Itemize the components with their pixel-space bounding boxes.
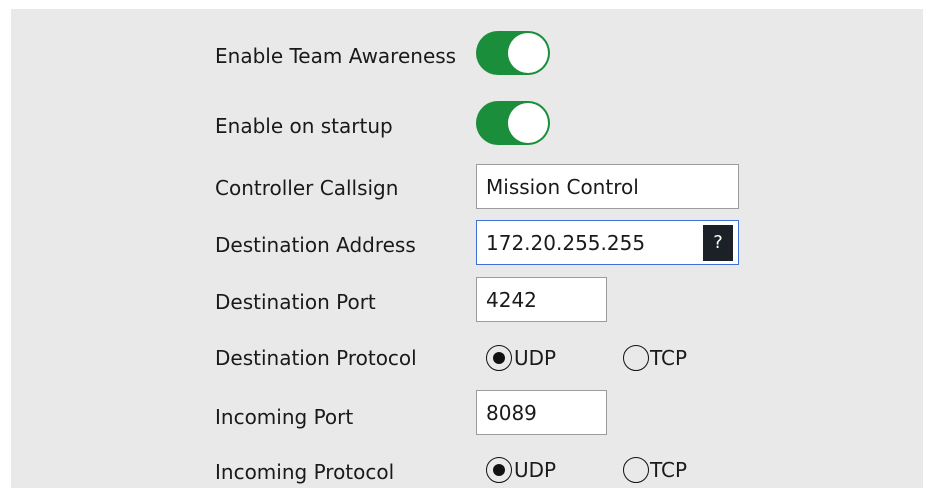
destination-protocol-tcp-radio[interactable] xyxy=(623,345,649,371)
toggle-knob xyxy=(508,33,548,73)
incoming-protocol-tcp-label[interactable]: TCP xyxy=(650,458,687,482)
question-mark-icon[interactable]: ? xyxy=(703,225,733,261)
incoming-port-input[interactable] xyxy=(476,390,607,435)
destination-protocol-radio-group: UDP TCP xyxy=(486,343,716,373)
incoming-protocol-udp-label[interactable]: UDP xyxy=(514,458,556,482)
destination-protocol-udp-radio[interactable] xyxy=(486,345,512,371)
callsign-label: Controller Callsign xyxy=(215,176,399,200)
team-awareness-label: Enable Team Awareness xyxy=(215,44,457,68)
toggle-knob xyxy=(508,103,548,143)
incoming-port-label: Incoming Port xyxy=(215,405,354,429)
incoming-protocol-udp-radio[interactable] xyxy=(486,457,512,483)
destination-port-label: Destination Port xyxy=(215,290,376,314)
destination-protocol-label: Destination Protocol xyxy=(215,346,417,370)
destination-port-input[interactable] xyxy=(476,277,607,322)
startup-label: Enable on startup xyxy=(215,114,393,138)
incoming-protocol-radio-group: UDP TCP xyxy=(486,455,716,485)
destination-protocol-tcp-label[interactable]: TCP xyxy=(650,346,687,370)
team-awareness-toggle[interactable] xyxy=(476,31,550,75)
destination-address-label: Destination Address xyxy=(215,233,416,257)
destination-address-input[interactable] xyxy=(476,220,739,265)
radio-selected-dot xyxy=(493,352,505,364)
settings-panel xyxy=(11,9,923,488)
incoming-protocol-label: Incoming Protocol xyxy=(215,460,395,484)
radio-selected-dot xyxy=(493,464,505,476)
incoming-protocol-tcp-radio[interactable] xyxy=(623,457,649,483)
callsign-input[interactable] xyxy=(476,164,739,209)
startup-toggle[interactable] xyxy=(476,101,550,145)
destination-protocol-udp-label[interactable]: UDP xyxy=(514,346,556,370)
